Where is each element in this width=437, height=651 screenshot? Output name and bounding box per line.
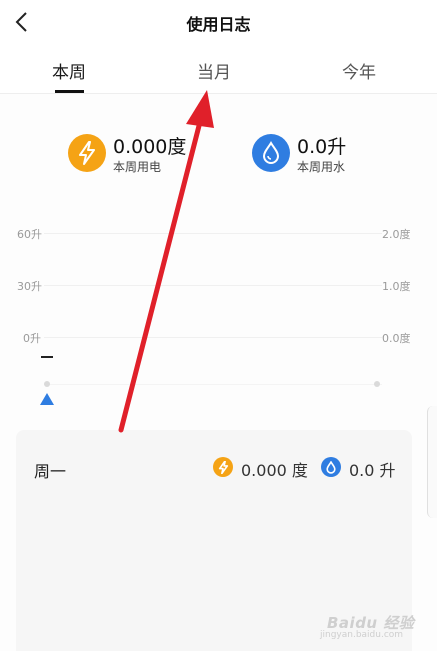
left-axis-label-top: 60升 [17, 228, 42, 241]
tab-divider [0, 93, 437, 94]
tab-bar: 本周 当月 今年 [0, 52, 437, 94]
chart-gridline [44, 285, 382, 286]
baidu-watermark-url: jingyan.baidu.com [320, 630, 404, 640]
lightning-icon [213, 457, 233, 477]
header: 使用日志 [0, 0, 437, 44]
right-axis-label-middle: 1.0度 [382, 280, 411, 293]
water-drop-icon [321, 457, 341, 477]
left-axis-label-middle: 30升 [17, 280, 42, 293]
chart-gridline [44, 233, 382, 234]
chart-point-end[interactable] [374, 381, 380, 387]
chart-baseline [44, 384, 382, 385]
water-drop-icon [252, 134, 290, 172]
lightning-icon [68, 134, 106, 172]
chart-point-start[interactable] [44, 381, 50, 387]
right-axis-label-bottom: 0.0度 [382, 332, 411, 345]
tab-this-week[interactable]: 本周 [29, 58, 109, 83]
side-edge-tab [427, 406, 437, 518]
water-label: 本周用水 [297, 160, 346, 174]
tab-this-month[interactable]: 当月 [174, 58, 254, 83]
left-axis-label-bottom: 0升 [23, 332, 41, 345]
page-title: 使用日志 [186, 15, 251, 34]
electricity-label: 本周用电 [113, 160, 162, 174]
selected-day-indicator [40, 393, 54, 405]
tab-this-year[interactable]: 今年 [319, 58, 399, 83]
right-axis-label-top: 2.0度 [382, 228, 411, 241]
electricity-value: 0.000度 [113, 136, 187, 158]
water-value: 0.0升 [297, 136, 347, 158]
day-water-value: 0.0 升 [349, 461, 396, 480]
electricity-summary: 0.000度 本周用电 [68, 132, 208, 176]
day-label: 周一 [34, 462, 67, 481]
day-marker-dash [41, 356, 53, 358]
water-summary: 0.0升 本周用水 [252, 132, 372, 176]
chart-gridline [44, 337, 382, 338]
day-electricity-value: 0.000 度 [241, 461, 308, 480]
